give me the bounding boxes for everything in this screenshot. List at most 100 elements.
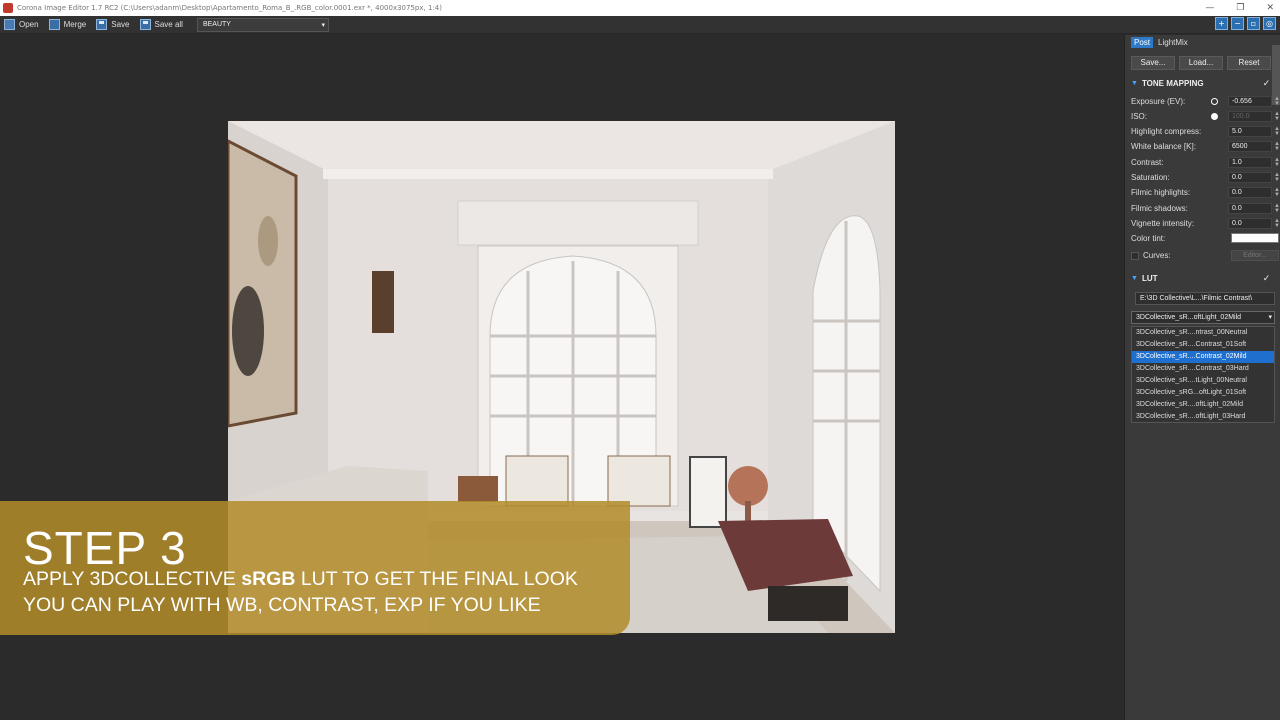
zoom-out-icon[interactable]: − (1231, 17, 1244, 30)
filmic-highlights-label: Filmic highlights: (1131, 188, 1191, 197)
lut-header[interactable]: ▼ LUT (1131, 274, 1158, 283)
exposure-input[interactable]: -0.656 (1228, 96, 1272, 107)
lut-option[interactable]: 3DCollective_sR....oftLight_02Mild (1132, 399, 1274, 411)
main-toolbar: Open Merge Save Save all BEAUTY ▾ + − ▫ … (0, 16, 1280, 34)
vignette-label: Vignette intensity: (1131, 219, 1195, 228)
close-button[interactable]: ✕ (1266, 3, 1274, 13)
minimize-button[interactable]: — (1205, 3, 1214, 13)
lut-option[interactable]: 3DCollective_sR....Contrast_03Hard (1132, 363, 1274, 375)
caption-line-1: APPLY 3DCOLLECTIVE sRGB LUT TO GET THE F… (23, 568, 578, 591)
lut-option[interactable]: 3DCollective_sR....tLight_00Neutral (1132, 375, 1274, 387)
contrast-row: Contrast: 1.0 ▲ ▼ (1131, 156, 1280, 169)
caption-line-1-post: LUT TO GET THE FINAL LOOK (295, 568, 578, 590)
zoom-actual-icon[interactable]: ◎ (1263, 17, 1276, 30)
curves-label: Curves: (1143, 251, 1171, 260)
spinner-icon[interactable]: ▲ ▼ (1274, 111, 1280, 122)
chevron-down-icon: ▾ (1268, 314, 1272, 321)
tab-lightmix[interactable]: LightMix (1155, 37, 1191, 48)
contrast-input[interactable]: 1.0 (1228, 157, 1272, 168)
save-all-button[interactable]: Save all (136, 17, 189, 33)
tab-post[interactable]: Post (1131, 37, 1154, 48)
white-balance-input[interactable]: 6500 (1228, 141, 1272, 152)
lut-select-value: 3DCollective_sR...oftLight_02Mild (1136, 314, 1242, 321)
lut-path-field[interactable]: E:\3D Collective\L...\Filmic Contrast\ (1135, 292, 1275, 305)
exposure-row: Exposure (EV): -0.656 ▲ ▼ (1131, 95, 1280, 108)
zoom-fit-icon[interactable]: ▫ (1247, 17, 1260, 30)
maximize-button[interactable]: ❐ (1236, 3, 1244, 13)
caption-line-1-bold: sRGB (241, 568, 296, 590)
lut-option[interactable]: 3DCollective_sR....oftLight_03Hard (1132, 411, 1274, 423)
spinner-icon[interactable]: ▲ ▼ (1274, 96, 1280, 107)
white-balance-label: White balance [K]: (1131, 142, 1196, 151)
curves-editor-button[interactable]: Editor... (1231, 250, 1279, 261)
color-tint-swatch[interactable] (1231, 233, 1279, 243)
iso-label: ISO: (1131, 112, 1148, 121)
save-all-label: Save all (154, 20, 183, 29)
panel-tabs: Post LightMix (1131, 37, 1191, 48)
save-all-icon (139, 19, 151, 30)
app-icon (3, 3, 13, 13)
window-controls: — ❐ ✕ (1205, 0, 1274, 16)
merge-button[interactable]: Merge (45, 17, 93, 33)
reset-button[interactable]: Reset (1227, 56, 1271, 70)
lut-checkbox[interactable]: ✓ (1262, 274, 1271, 283)
color-tint-row: Color tint: (1131, 232, 1279, 245)
lut-option[interactable]: 3DCollective_sRG...oftLight_01Soft (1132, 387, 1274, 399)
spinner-icon[interactable]: ▲ ▼ (1274, 141, 1280, 152)
save-button[interactable]: Save (92, 17, 135, 33)
lut-option[interactable]: 3DCollective_sR....Contrast_01Soft (1132, 339, 1274, 351)
merge-label: Merge (63, 20, 87, 29)
step-title: STEP 3 (23, 522, 187, 574)
curves-checkbox[interactable] (1131, 251, 1139, 260)
spinner-icon[interactable]: ▲ ▼ (1274, 157, 1280, 168)
caption-line-1-pre: APPLY 3DCOLLECTIVE (23, 568, 242, 590)
curves-row: Curves: Editor... (1131, 249, 1279, 262)
lut-select[interactable]: 3DCollective_sR...oftLight_02Mild ▾ (1131, 311, 1275, 324)
spinner-icon[interactable]: ▲ ▼ (1274, 126, 1280, 137)
filmic-highlights-input[interactable]: 0.0 (1228, 187, 1272, 198)
save-preset-button[interactable]: Save... (1131, 56, 1175, 70)
preset-buttons: Save... Load... Reset (1131, 56, 1271, 70)
collapse-icon: ▼ (1131, 80, 1138, 87)
step-caption-overlay: STEP 3 APPLY 3DCOLLECTIVE sRGB LUT TO GE… (0, 501, 630, 635)
vignette-input[interactable]: 0.0 (1228, 218, 1272, 229)
vignette-row: Vignette intensity: 0.0 ▲ ▼ (1131, 217, 1280, 230)
iso-radio-icon[interactable] (1211, 113, 1218, 120)
color-tint-label: Color tint: (1131, 234, 1166, 243)
load-preset-button[interactable]: Load... (1179, 56, 1223, 70)
saturation-input[interactable]: 0.0 (1228, 172, 1272, 183)
render-pass-select[interactable]: BEAUTY ▾ (196, 17, 329, 32)
iso-input[interactable]: 100.0 (1228, 111, 1272, 122)
highlight-compress-input[interactable]: 5.0 (1228, 126, 1272, 137)
filmic-shadows-input[interactable]: 0.0 (1228, 203, 1272, 214)
lut-option-highlighted[interactable]: 3DCollective_sR....Contrast_02Mild (1132, 351, 1274, 363)
spinner-icon[interactable]: ▲ ▼ (1274, 218, 1280, 229)
open-button[interactable]: Open (0, 17, 45, 33)
open-icon (4, 19, 15, 30)
render-pass-value: BEAUTY (202, 21, 231, 28)
contrast-label: Contrast: (1131, 158, 1164, 167)
filmic-shadows-row: Filmic shadows: 0.0 ▲ ▼ (1131, 202, 1280, 215)
spinner-icon[interactable]: ▲ ▼ (1274, 187, 1280, 198)
zoom-in-icon[interactable]: + (1215, 17, 1228, 30)
lut-dropdown-list: 3DCollective_sR....ntrast_00Neutral 3DCo… (1131, 326, 1275, 423)
merge-icon (48, 19, 60, 30)
spinner-icon[interactable]: ▲ ▼ (1274, 172, 1280, 183)
collapse-icon: ▼ (1131, 275, 1138, 282)
tone-mapping-header[interactable]: ▼ TONE MAPPING (1131, 79, 1204, 88)
tone-mapping-checkbox[interactable]: ✓ (1262, 79, 1271, 88)
exposure-radio-icon[interactable] (1211, 98, 1218, 105)
saturation-label: Saturation: (1131, 173, 1170, 182)
exposure-label: Exposure (EV): (1131, 97, 1186, 106)
filmic-shadows-label: Filmic shadows: (1131, 204, 1188, 213)
caption-line-2: YOU CAN PLAY WITH WB, CONTRAST, EXP IF Y… (23, 594, 541, 616)
tone-mapping-title: TONE MAPPING (1141, 79, 1204, 88)
chevron-down-icon: ▾ (321, 21, 325, 29)
highlight-compress-label: Highlight compress: (1131, 127, 1202, 136)
saturation-row: Saturation: 0.0 ▲ ▼ (1131, 171, 1280, 184)
lut-title: LUT (1141, 274, 1158, 283)
post-panel: Post LightMix Save... Load... Reset ▼ TO… (1124, 35, 1280, 720)
window-title: Corona Image Editor 1.7 RC2 (C:\Users\ad… (17, 4, 442, 12)
lut-option[interactable]: 3DCollective_sR....ntrast_00Neutral (1132, 327, 1274, 339)
spinner-icon[interactable]: ▲ ▼ (1274, 203, 1280, 214)
